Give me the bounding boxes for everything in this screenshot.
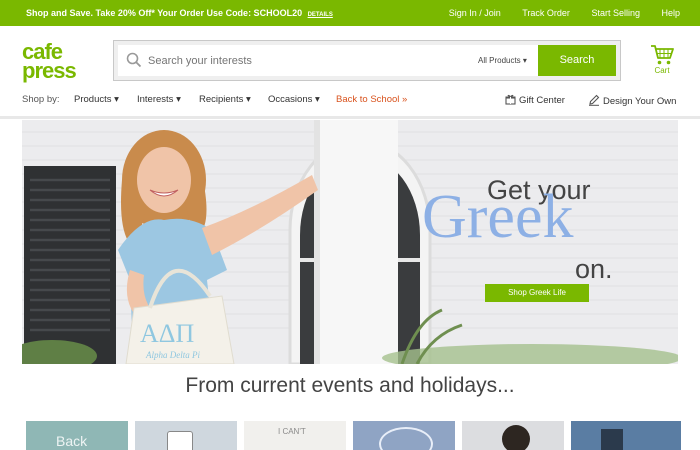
promo-details-link[interactable]: DETAILS — [308, 12, 333, 18]
person-image — [502, 425, 530, 450]
search-field-wrapper: All Products ▾ — [118, 45, 538, 76]
logo-line-2: press — [22, 58, 77, 83]
hero-photo: ΑΔΠ Alpha Delta Pi — [22, 120, 678, 364]
category-tile[interactable] — [353, 421, 455, 450]
promo-bar: Shop and Save. Take 20% Off* Your Order … — [0, 0, 700, 26]
pencil-icon — [588, 94, 600, 109]
section-title: From current events and holidays... — [185, 374, 515, 397]
search-bar: All Products ▾ Search — [113, 40, 621, 81]
track-order-link[interactable]: Track Order — [522, 8, 570, 18]
shop-by-nav: Shop by: Products ▾ Interests ▾ Recipien… — [22, 94, 682, 108]
shop-by-label: Shop by: — [22, 94, 60, 105]
nav-products[interactable]: Products ▾ — [74, 94, 119, 105]
nav-occasions[interactable]: Occasions ▾ — [268, 94, 320, 105]
category-select[interactable]: All Products ▾ — [478, 56, 527, 65]
gift-icon — [505, 94, 516, 108]
search-icon — [126, 52, 142, 68]
hero-headline-greek: Greek — [422, 183, 574, 251]
hero-headline-line3: on. — [575, 254, 613, 284]
help-link[interactable]: Help — [661, 8, 680, 18]
promo-text: Shop and Save. Take 20% Off* Your Order … — [26, 8, 303, 18]
bag-greek-letters: ΑΔΠ — [140, 319, 194, 348]
design-your-own-link[interactable]: Design Your Own — [588, 94, 676, 109]
search-button[interactable]: Search — [538, 45, 616, 76]
bag-script-text: Alpha Delta Pi — [145, 350, 200, 360]
category-tile[interactable] — [462, 421, 564, 450]
gift-center-label: Gift Center — [519, 95, 565, 106]
shop-greek-life-button[interactable]: Shop Greek Life — [485, 284, 589, 302]
cart-icon — [649, 44, 675, 66]
category-tile[interactable]: I CAN'T — [244, 421, 346, 450]
tile-label: Back — [56, 433, 88, 449]
tile-label: I CAN'T — [278, 427, 306, 436]
sign-in-link[interactable]: Sign In / Join — [449, 8, 501, 18]
badge-image — [379, 427, 433, 450]
nav-back-to-school[interactable]: Back to School » — [336, 94, 407, 105]
nav-interests[interactable]: Interests ▾ — [137, 94, 181, 105]
nav-recipients[interactable]: Recipients ▾ — [199, 94, 251, 105]
gift-center-link[interactable]: Gift Center — [505, 94, 565, 108]
utility-links: Sign In / Join Track Order Start Selling… — [430, 8, 680, 18]
category-tile[interactable]: Back — [26, 421, 128, 450]
category-tiles: Back I CAN'T — [26, 421, 686, 450]
promo-message: Shop and Save. Take 20% Off* Your Order … — [26, 8, 333, 18]
cart-label: Cart — [654, 66, 670, 75]
header-divider — [0, 116, 700, 119]
hero-banner[interactable]: ΑΔΠ Alpha Delta Pi Get your Greek on. Sh… — [22, 120, 678, 364]
category-tile[interactable] — [571, 421, 681, 450]
start-selling-link[interactable]: Start Selling — [591, 8, 640, 18]
cafepress-logo[interactable]: cafe press — [22, 41, 86, 83]
category-tile[interactable] — [135, 421, 237, 450]
design-your-own-label: Design Your Own — [603, 96, 677, 107]
tumbler-image — [601, 429, 623, 450]
phone-case-image — [167, 431, 193, 450]
cart-button[interactable]: Cart — [649, 44, 675, 75]
search-input[interactable] — [148, 45, 448, 76]
